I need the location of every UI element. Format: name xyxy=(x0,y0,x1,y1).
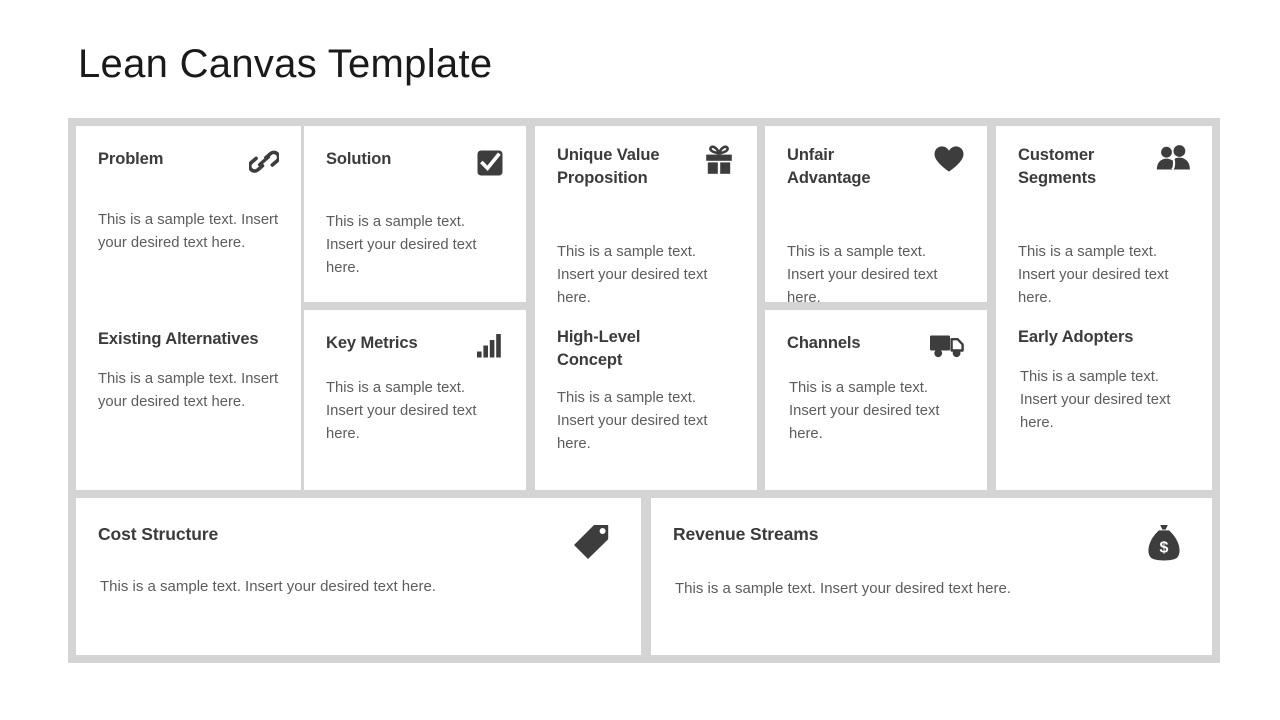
block-unfair-advantage[interactable]: Unfair Advantage This is a sample text. … xyxy=(765,144,987,310)
block-existing-alternatives[interactable]: Existing Alternatives This is a sample t… xyxy=(76,328,301,414)
price-tag-icon xyxy=(571,522,611,561)
block-unique-value-proposition-body: This is a sample text. Insert your desir… xyxy=(557,243,708,306)
block-customer-segments-body: This is a sample text. Insert your desir… xyxy=(1018,243,1169,306)
delivery-truck-icon xyxy=(929,332,965,359)
panel-customer-segments-early-adopters[interactable]: Customer Segments This is a sample text.… xyxy=(996,126,1212,490)
svg-text:$: $ xyxy=(1160,540,1169,557)
block-cost-structure-title: Cost Structure xyxy=(98,524,219,544)
block-problem-title: Problem xyxy=(98,150,164,168)
block-channels-title: Channels xyxy=(787,334,861,352)
block-solution-title: Solution xyxy=(326,150,392,168)
block-existing-alternatives-title: Existing Alternatives xyxy=(98,330,259,348)
block-high-level-concept-title: High-Level Concept xyxy=(557,328,641,370)
block-cost-structure-body: This is a sample text. Insert your desir… xyxy=(100,578,436,595)
block-high-level-concept[interactable]: High-Level Concept This is a sample text… xyxy=(535,326,757,456)
block-unique-value-proposition[interactable]: Unique Value Proposition This is a sampl… xyxy=(535,144,757,310)
block-high-level-concept-body: This is a sample text. Insert your desir… xyxy=(557,389,708,452)
lean-canvas-slide: Lean Canvas Template Problem This is a s… xyxy=(0,0,1280,720)
check-square-icon xyxy=(476,148,504,177)
chain-link-icon xyxy=(249,148,279,175)
panel-channels[interactable]: Channels This is a sample text. Insert y… xyxy=(765,310,987,490)
block-solution[interactable]: Solution This is a sample text. Insert y… xyxy=(304,148,526,280)
panel-key-metrics[interactable]: Key Metrics This is a sample text. Inser… xyxy=(304,310,526,490)
block-unique-value-proposition-header: Unique Value Proposition xyxy=(557,144,735,191)
heart-icon xyxy=(933,144,965,173)
block-unique-value-proposition-title: Unique Value Proposition xyxy=(557,146,660,188)
block-revenue-streams-body: This is a sample text. Insert your desir… xyxy=(675,580,1011,597)
block-unfair-advantage-body: This is a sample text. Insert your desir… xyxy=(787,243,938,306)
block-channels[interactable]: Channels This is a sample text. Insert y… xyxy=(765,332,987,446)
block-early-adopters-title: Early Adopters xyxy=(1018,328,1134,346)
bar-chart-icon xyxy=(476,332,504,359)
block-cost-structure[interactable]: Cost Structure This is a sample text. In… xyxy=(76,522,641,598)
block-problem[interactable]: Problem This is a sample text. Insert yo… xyxy=(76,148,301,255)
block-unfair-advantage-title: Unfair Advantage xyxy=(787,146,871,188)
two-people-icon xyxy=(1156,144,1190,171)
block-key-metrics-header: Key Metrics xyxy=(326,332,504,359)
block-revenue-streams[interactable]: Revenue Streams $ This is a sample text.… xyxy=(651,522,1212,600)
block-customer-segments[interactable]: Customer Segments This is a sample text.… xyxy=(996,144,1212,310)
block-solution-body: This is a sample text. Insert your desir… xyxy=(326,214,477,277)
lean-canvas-grid: Problem This is a sample text. Insert yo… xyxy=(68,118,1220,663)
money-bag-icon: $ xyxy=(1146,522,1182,563)
block-revenue-streams-title: Revenue Streams xyxy=(673,524,819,544)
panel-unfair-advantage[interactable]: Unfair Advantage This is a sample text. … xyxy=(765,126,987,306)
block-solution-header: Solution xyxy=(326,148,504,177)
block-cost-structure-header: Cost Structure xyxy=(98,522,619,561)
block-customer-segments-title: Customer Segments xyxy=(1018,146,1097,188)
block-unfair-advantage-header: Unfair Advantage xyxy=(787,144,965,191)
panel-uvp-high-level-concept[interactable]: Unique Value Proposition This is a sampl… xyxy=(535,126,757,490)
block-channels-body: This is a sample text. Insert your desir… xyxy=(789,380,940,443)
panel-cost-structure[interactable]: Cost Structure This is a sample text. In… xyxy=(76,498,641,655)
block-key-metrics-body: This is a sample text. Insert your desir… xyxy=(326,380,477,443)
panel-revenue-streams[interactable]: Revenue Streams $ This is a sample text.… xyxy=(651,498,1212,655)
panel-problem-existing-alternatives[interactable]: Problem This is a sample text. Insert yo… xyxy=(76,126,301,490)
page-title: Lean Canvas Template xyxy=(78,42,493,86)
block-existing-alternatives-body: This is a sample text. Insert your desir… xyxy=(98,371,279,411)
block-channels-header: Channels xyxy=(787,332,965,359)
block-early-adopters-header: Early Adopters xyxy=(1018,326,1190,352)
block-problem-body: This is a sample text. Insert your desir… xyxy=(98,212,279,252)
block-existing-alternatives-header: Existing Alternatives xyxy=(98,328,279,354)
block-high-level-concept-header: High-Level Concept xyxy=(557,326,735,373)
block-early-adopters-body: This is a sample text. Insert your desir… xyxy=(1020,369,1171,432)
gift-icon xyxy=(703,144,735,175)
block-revenue-streams-header: Revenue Streams $ xyxy=(673,522,1190,563)
block-early-adopters[interactable]: Early Adopters This is a sample text. In… xyxy=(996,326,1212,435)
panel-solution[interactable]: Solution This is a sample text. Insert y… xyxy=(304,126,526,302)
block-key-metrics-title: Key Metrics xyxy=(326,334,418,352)
block-problem-header: Problem xyxy=(98,148,279,175)
block-key-metrics[interactable]: Key Metrics This is a sample text. Inser… xyxy=(304,332,526,446)
block-customer-segments-header: Customer Segments xyxy=(1018,144,1190,191)
